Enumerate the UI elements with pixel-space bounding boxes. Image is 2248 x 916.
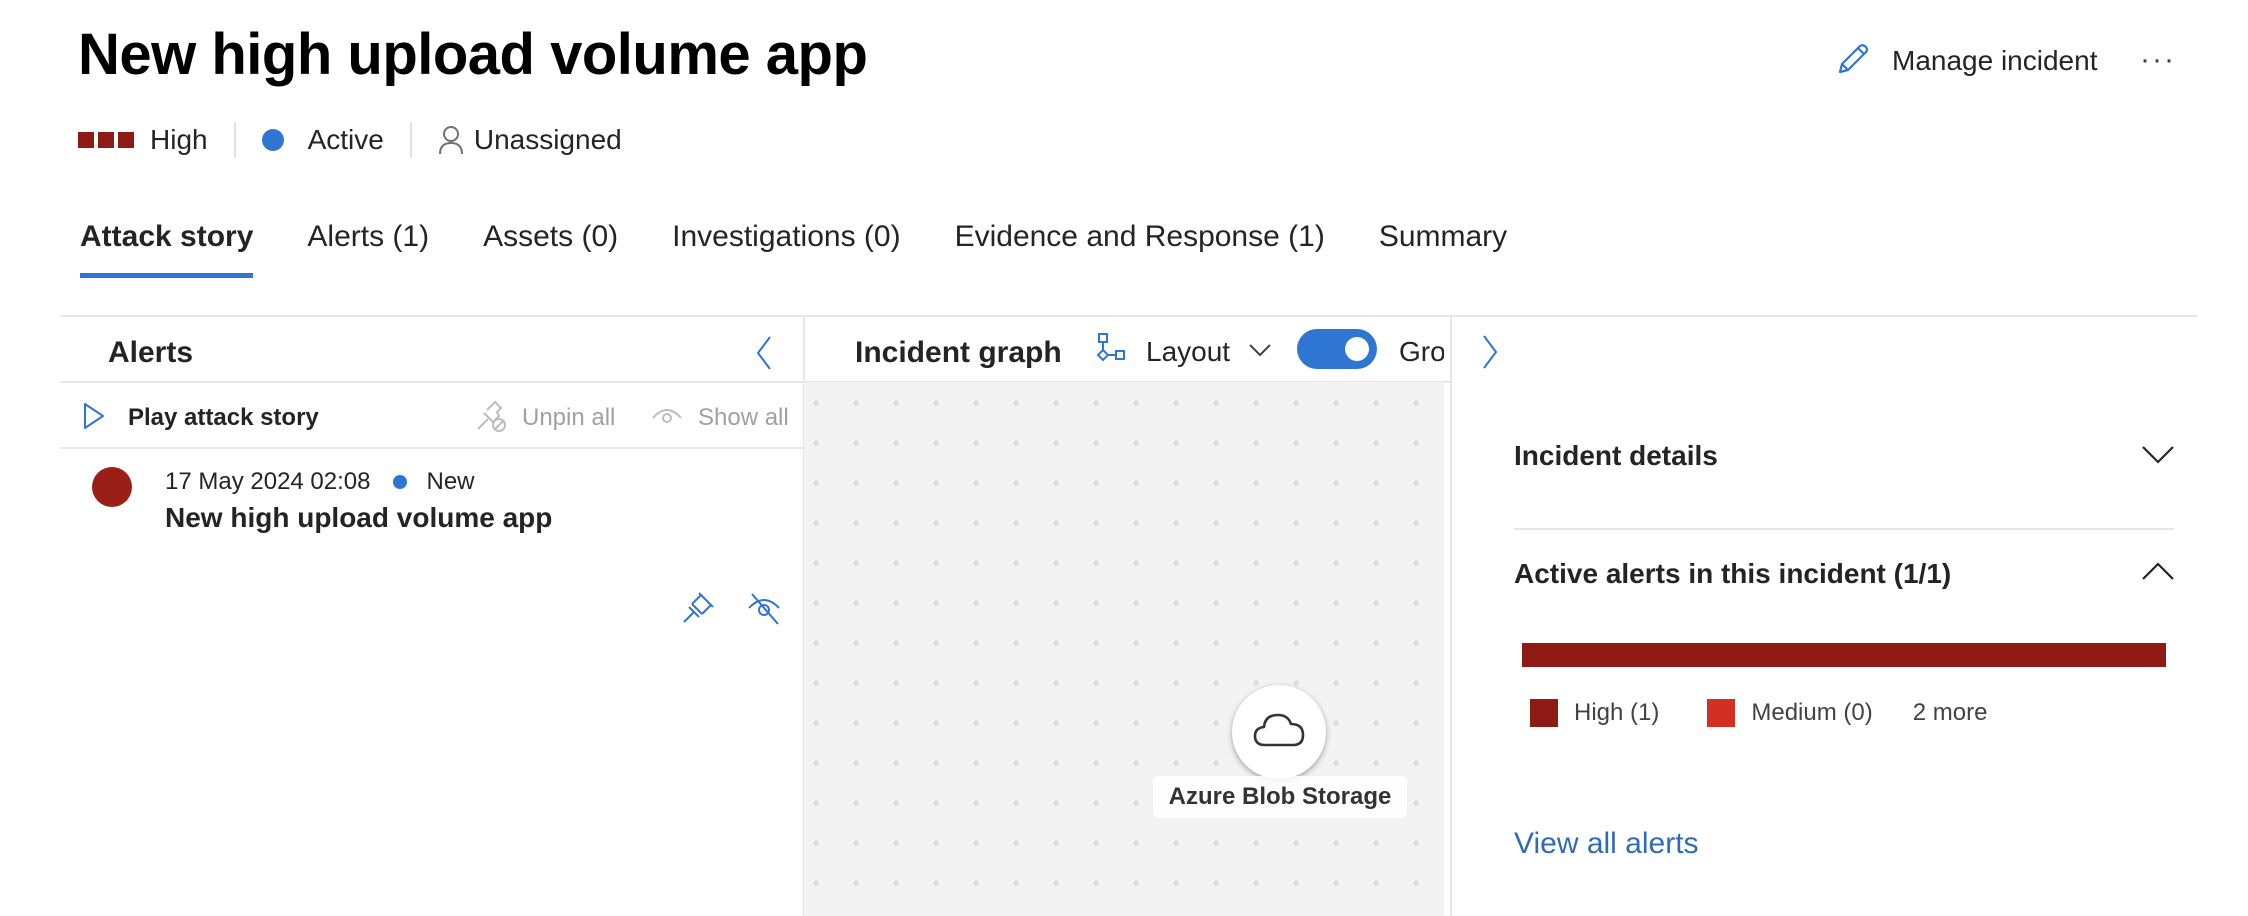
incident-graph-title: Incident graph bbox=[855, 336, 1062, 369]
severity-high-icon bbox=[92, 467, 132, 507]
legend-medium-swatch bbox=[1707, 699, 1736, 727]
ellipsis-icon: ··· bbox=[2140, 43, 2176, 76]
panel-divider bbox=[1450, 316, 1452, 916]
group-toggle-label: Grou bbox=[1399, 336, 1444, 367]
status-label: Active bbox=[307, 124, 384, 155]
tab-summary[interactable]: Summary bbox=[1379, 212, 1507, 262]
pin-icon bbox=[680, 592, 716, 630]
legend-medium-label: Medium (0) bbox=[1751, 699, 1873, 726]
tab-assets[interactable]: Assets (0) bbox=[483, 212, 618, 262]
pin-alert-button[interactable] bbox=[680, 590, 716, 626]
severity-legend: High (1) Medium (0) 2 more bbox=[1530, 699, 1987, 727]
alert-title: New high upload volume app bbox=[165, 502, 553, 533]
cloud-icon bbox=[1253, 712, 1305, 753]
chevron-left-icon bbox=[752, 336, 776, 377]
incident-details-section-header[interactable]: Incident details bbox=[1514, 436, 2184, 480]
graph-node-azure-blob-storage[interactable] bbox=[1232, 685, 1326, 779]
incident-tabs: Attack story Alerts (1) Assets (0) Inves… bbox=[80, 212, 1561, 278]
show-all-button[interactable]: Show all bbox=[650, 398, 789, 438]
legend-high-label: High (1) bbox=[1574, 699, 1660, 726]
active-alerts-label: Active alerts in this incident (1/1) bbox=[1514, 558, 1952, 589]
hide-alert-button[interactable] bbox=[746, 590, 782, 626]
alert-timestamp: 17 May 2024 02:08 bbox=[165, 468, 371, 495]
chevron-down-icon bbox=[1248, 342, 1272, 363]
layout-dropdown[interactable]: Layout bbox=[1096, 332, 1272, 372]
chevron-up-icon bbox=[2141, 560, 2175, 587]
group-toggle[interactable] bbox=[1297, 329, 1377, 369]
chevron-down-icon bbox=[2141, 444, 2175, 471]
tab-alerts[interactable]: Alerts (1) bbox=[307, 212, 429, 262]
severity-icon bbox=[78, 132, 134, 148]
severity-label: High bbox=[150, 124, 208, 155]
layout-label: Layout bbox=[1146, 336, 1231, 367]
alert-status: New bbox=[426, 468, 475, 495]
divider bbox=[60, 447, 804, 449]
play-icon bbox=[82, 401, 106, 436]
divider bbox=[409, 122, 412, 158]
layout-icon bbox=[1096, 332, 1128, 373]
divider bbox=[1514, 528, 2174, 530]
expand-details-button[interactable] bbox=[1478, 332, 1504, 372]
eye-icon bbox=[650, 404, 684, 433]
pencil-icon bbox=[1836, 42, 1870, 81]
incident-details-label: Incident details bbox=[1514, 440, 1718, 471]
legend-high-swatch bbox=[1530, 699, 1558, 727]
alerts-panel-title: Alerts bbox=[108, 336, 194, 369]
collapse-alerts-button[interactable] bbox=[752, 333, 776, 373]
show-all-label: Show all bbox=[698, 404, 789, 431]
chevron-right-icon bbox=[1478, 335, 1502, 376]
divider bbox=[60, 381, 804, 383]
manage-incident-label: Manage incident bbox=[1892, 45, 2098, 76]
active-alerts-section-header[interactable]: Active alerts in this incident (1/1) bbox=[1514, 554, 2184, 598]
status-dot-icon bbox=[392, 475, 407, 489]
status-dot-icon bbox=[261, 129, 284, 151]
unpin-icon bbox=[474, 399, 508, 438]
assignee-label: Unassigned bbox=[473, 124, 622, 155]
incident-graph-canvas[interactable] bbox=[804, 382, 1444, 916]
more-options-button[interactable]: ··· bbox=[2138, 40, 2178, 80]
tab-investigations[interactable]: Investigations (0) bbox=[672, 212, 900, 262]
severity-distribution-bar bbox=[1522, 643, 2166, 667]
alert-list-item[interactable]: 17 May 2024 02:08 New New high upload vo… bbox=[60, 452, 804, 642]
eye-off-icon bbox=[746, 593, 782, 630]
toggle-knob bbox=[1345, 337, 1369, 361]
incident-status-row: High Active Unassigned bbox=[78, 118, 622, 162]
person-icon bbox=[438, 125, 464, 155]
play-attack-story-button[interactable]: Play attack story bbox=[82, 398, 319, 438]
severity-bar-high bbox=[1522, 643, 2166, 667]
legend-more-button[interactable]: 2 more bbox=[1913, 699, 1988, 727]
play-attack-story-label: Play attack story bbox=[128, 404, 319, 431]
page-title: New high upload volume app bbox=[78, 22, 868, 87]
tab-evidence-response[interactable]: Evidence and Response (1) bbox=[955, 212, 1325, 262]
unpin-all-button[interactable]: Unpin all bbox=[474, 398, 615, 438]
tab-attack-story[interactable]: Attack story bbox=[80, 212, 254, 278]
manage-incident-button[interactable]: Manage incident bbox=[1836, 38, 2097, 84]
graph-node-label: Azure Blob Storage bbox=[1153, 776, 1407, 818]
view-all-alerts-link[interactable]: View all alerts bbox=[1514, 824, 1699, 864]
content-divider bbox=[60, 315, 2197, 317]
divider bbox=[233, 122, 236, 158]
unpin-all-label: Unpin all bbox=[522, 404, 616, 431]
alert-meta: 17 May 2024 02:08 New bbox=[165, 466, 475, 498]
